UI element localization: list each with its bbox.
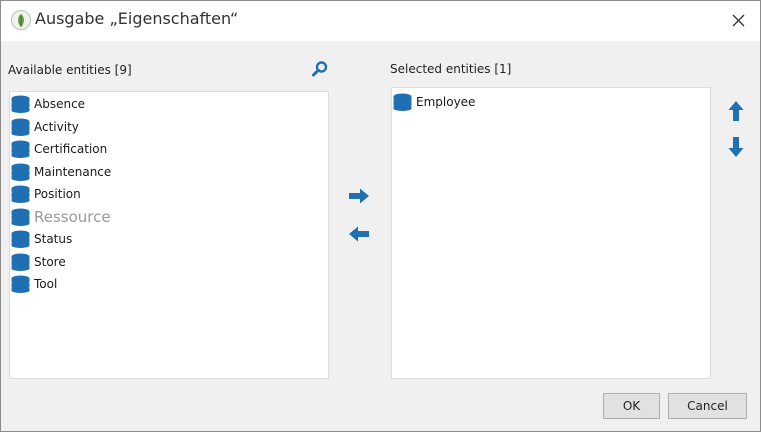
available-entities-header: Available entities [9] <box>8 63 132 77</box>
list-item[interactable]: Ressource <box>10 206 328 229</box>
entity-label: Position <box>34 187 81 201</box>
entity-label: Maintenance <box>34 164 112 179</box>
window-title: Ausgabe „Eigenschaften“ <box>35 9 239 28</box>
cancel-button[interactable]: Cancel <box>668 393 747 419</box>
database-icon <box>11 230 30 248</box>
entity-label: Activity <box>34 119 79 134</box>
move-up-button[interactable] <box>727 100 745 122</box>
list-item[interactable]: Tool <box>10 273 328 296</box>
arrow-right-icon <box>349 188 369 204</box>
list-item[interactable]: Maintenance <box>10 161 328 184</box>
selected-entities-header: Selected entities [1] <box>390 62 512 76</box>
arrow-down-icon <box>728 137 744 157</box>
database-icon <box>11 185 30 203</box>
search-button[interactable] <box>311 60 329 78</box>
leaf-logo-icon <box>11 10 31 30</box>
dialog-window: Ausgabe „Eigenschaften“ Available entiti… <box>0 0 761 432</box>
selected-entities-list[interactable]: Employee <box>391 87 711 379</box>
list-item[interactable]: Certification <box>10 138 328 161</box>
close-button[interactable] <box>721 5 755 35</box>
close-icon <box>732 14 745 27</box>
database-icon <box>11 163 30 181</box>
entity-label: Certification <box>34 142 108 156</box>
title-bar: Ausgabe „Eigenschaften“ <box>1 1 760 41</box>
entity-label: Employee <box>416 95 476 109</box>
entity-label: Store <box>34 254 66 269</box>
database-icon <box>11 275 30 293</box>
list-item[interactable]: Absence <box>10 93 328 116</box>
entity-label: Absence <box>34 97 86 111</box>
database-icon <box>393 93 412 111</box>
list-item[interactable]: Status <box>10 228 328 251</box>
move-down-button[interactable] <box>727 136 745 158</box>
list-item[interactable]: Employee <box>392 91 710 114</box>
database-icon <box>11 208 30 226</box>
search-icon <box>312 61 328 77</box>
list-item[interactable]: Store <box>10 251 328 274</box>
entity-label: Status <box>34 232 73 246</box>
database-icon <box>11 118 30 136</box>
database-icon <box>11 140 30 158</box>
database-icon <box>11 253 30 271</box>
ok-button[interactable]: OK <box>603 393 660 419</box>
arrow-up-icon <box>728 101 744 121</box>
list-item[interactable]: Position <box>10 183 328 206</box>
arrow-left-icon <box>349 226 369 242</box>
entity-label: Tool <box>34 277 58 291</box>
remove-entity-button[interactable] <box>348 225 370 243</box>
add-entity-button[interactable] <box>348 187 370 205</box>
entity-label: Ressource <box>34 207 111 226</box>
available-entities-list[interactable]: Absence Activity Certification Maintenan… <box>9 91 329 379</box>
database-icon <box>11 95 30 113</box>
list-item[interactable]: Activity <box>10 116 328 139</box>
